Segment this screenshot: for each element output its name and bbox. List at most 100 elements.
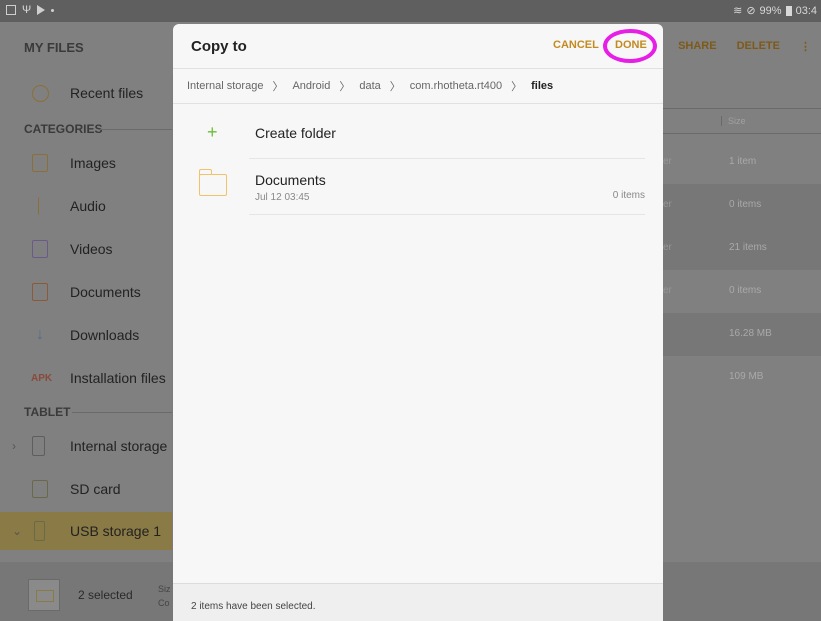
breadcrumb: Internal storage 〉 Android 〉 data 〉 com.… xyxy=(173,68,663,104)
folder-name: Documents xyxy=(255,172,326,188)
row-size: 16.28 MB xyxy=(729,328,772,339)
breadcrumb-current[interactable]: files xyxy=(531,80,553,92)
sidebar-item-installation-files[interactable]: APK Installation files xyxy=(0,359,172,397)
sidebar-item-downloads[interactable]: ↓ Downloads xyxy=(0,316,172,354)
wifi-icon: ≋ xyxy=(733,5,743,17)
dialog-header: Copy to CANCEL DONE xyxy=(173,24,663,68)
chevron-right-icon: 〉 xyxy=(511,81,523,93)
sidebar-item-label: Downloads xyxy=(70,327,140,343)
selection-thumbnail xyxy=(28,579,60,611)
sidebar-item-videos[interactable]: Videos xyxy=(0,230,172,268)
sidebar: Recent files CATEGORIES Images Audio Vid… xyxy=(0,74,172,562)
clock-icon xyxy=(32,84,49,102)
table-row[interactable]: er 0 items xyxy=(663,270,821,313)
more-notifications-icon xyxy=(51,8,55,12)
apk-icon: APK xyxy=(31,372,53,384)
download-icon: ↓ xyxy=(36,326,44,343)
tablet-header: TABLET xyxy=(24,405,71,419)
sidebar-item-label: Videos xyxy=(70,241,113,257)
row-type: er xyxy=(663,199,672,210)
create-folder-label: Create folder xyxy=(255,125,336,141)
share-button[interactable]: SHARE xyxy=(678,40,717,53)
selected-count: 2 selected xyxy=(78,588,133,602)
more-options-icon[interactable]: ⋮ xyxy=(800,40,811,53)
categories-header: CATEGORIES xyxy=(24,122,103,136)
row-type: er xyxy=(663,285,672,296)
copy-to-dialog: Copy to CANCEL DONE Internal storage 〉 A… xyxy=(173,24,663,621)
dialog-title: Copy to xyxy=(191,38,247,55)
divider xyxy=(249,214,645,215)
size-label: Siz xyxy=(158,584,171,594)
delete-button[interactable]: DELETE xyxy=(737,40,780,53)
selection-summary: 2 items have been selected. xyxy=(191,601,316,612)
row-size: 21 items xyxy=(729,242,767,253)
row-size: 0 items xyxy=(729,199,762,210)
status-bar: Ψ ≋ ⊘ 99% 03:4 xyxy=(0,0,821,22)
row-type: er xyxy=(663,242,672,253)
sidebar-item-documents[interactable]: Documents xyxy=(0,273,172,311)
divider xyxy=(100,129,172,130)
table-row[interactable]: 16.28 MB xyxy=(663,313,821,356)
play-notification-icon xyxy=(37,5,46,15)
sidebar-item-internal-storage[interactable]: › Internal storage xyxy=(0,427,172,465)
divider xyxy=(72,412,172,413)
list-header: Size xyxy=(663,108,821,134)
sidebar-item-label: Internal storage xyxy=(70,438,168,454)
sidebar-item-label: Images xyxy=(70,155,116,171)
sidebar-item-label: Documents xyxy=(70,284,141,300)
list-item[interactable]: Documents Jul 12 03:45 0 items xyxy=(173,160,663,214)
divider xyxy=(249,158,645,159)
chevron-right-icon: 〉 xyxy=(389,81,401,93)
breadcrumb-item[interactable]: com.rhotheta.rt400 xyxy=(410,80,502,92)
create-folder-button[interactable]: + Create folder xyxy=(173,112,663,158)
dialog-footer: 2 items have been selected. xyxy=(173,583,663,621)
app-title: MY FILES xyxy=(24,40,84,55)
breadcrumb-item[interactable]: Internal storage xyxy=(187,80,263,92)
folder-date: Jul 12 03:45 xyxy=(255,192,310,203)
row-size: 0 items xyxy=(729,285,762,296)
dnd-icon: ⊘ xyxy=(746,5,756,17)
cancel-button[interactable]: CANCEL xyxy=(553,39,599,51)
image-notification-icon xyxy=(6,5,16,15)
battery-percent: 99% xyxy=(759,4,782,17)
sidebar-item-audio[interactable]: Audio xyxy=(0,187,172,225)
done-button[interactable]: DONE xyxy=(615,39,647,51)
contents-label: Co xyxy=(158,598,170,608)
sidebar-item-usb-storage[interactable]: ⌄ USB storage 1 xyxy=(0,512,172,550)
tablet-icon xyxy=(32,436,45,456)
table-row[interactable]: er 1 item xyxy=(663,141,821,184)
size-column-header: Size xyxy=(721,116,746,126)
plus-icon: + xyxy=(207,122,218,142)
sidebar-item-recent[interactable]: Recent files xyxy=(0,74,172,112)
music-note-icon xyxy=(38,197,44,215)
sidebar-item-label: Installation files xyxy=(70,370,166,386)
chevron-right-icon: 〉 xyxy=(339,81,351,93)
table-row[interactable]: er 0 items xyxy=(663,184,821,227)
sidebar-item-label: SD card xyxy=(70,481,121,497)
table-row[interactable]: er 21 items xyxy=(663,227,821,270)
row-size: 109 MB xyxy=(729,371,764,382)
folder-icon xyxy=(36,590,54,602)
folder-item-count: 0 items xyxy=(612,190,645,201)
row-type: er xyxy=(663,156,672,167)
file-list-pane: Size er 1 item er 0 items er 21 items er… xyxy=(663,74,821,562)
sidebar-item-label: Recent files xyxy=(70,85,144,101)
chevron-right-icon: 〉 xyxy=(272,81,284,93)
usb-notification-icon: Ψ xyxy=(22,4,32,16)
sidebar-item-label: USB storage 1 xyxy=(70,523,162,539)
chevron-down-icon[interactable]: ⌄ xyxy=(12,524,22,538)
battery-icon xyxy=(785,5,792,16)
folder-icon xyxy=(198,169,227,196)
chevron-right-icon[interactable]: › xyxy=(12,439,16,453)
selection-details: Siz Co xyxy=(158,582,171,610)
sidebar-item-images[interactable]: Images xyxy=(0,144,172,182)
sidebar-item-sd-card[interactable]: SD card xyxy=(0,470,172,508)
image-icon xyxy=(32,154,48,172)
breadcrumb-item[interactable]: data xyxy=(359,80,380,92)
sd-card-icon xyxy=(32,480,48,498)
breadcrumb-item[interactable]: Android xyxy=(292,80,330,92)
clock: 03:4 xyxy=(795,4,817,17)
sidebar-item-label: Audio xyxy=(70,198,106,214)
table-row[interactable]: 109 MB xyxy=(663,356,821,399)
document-icon xyxy=(32,283,48,301)
